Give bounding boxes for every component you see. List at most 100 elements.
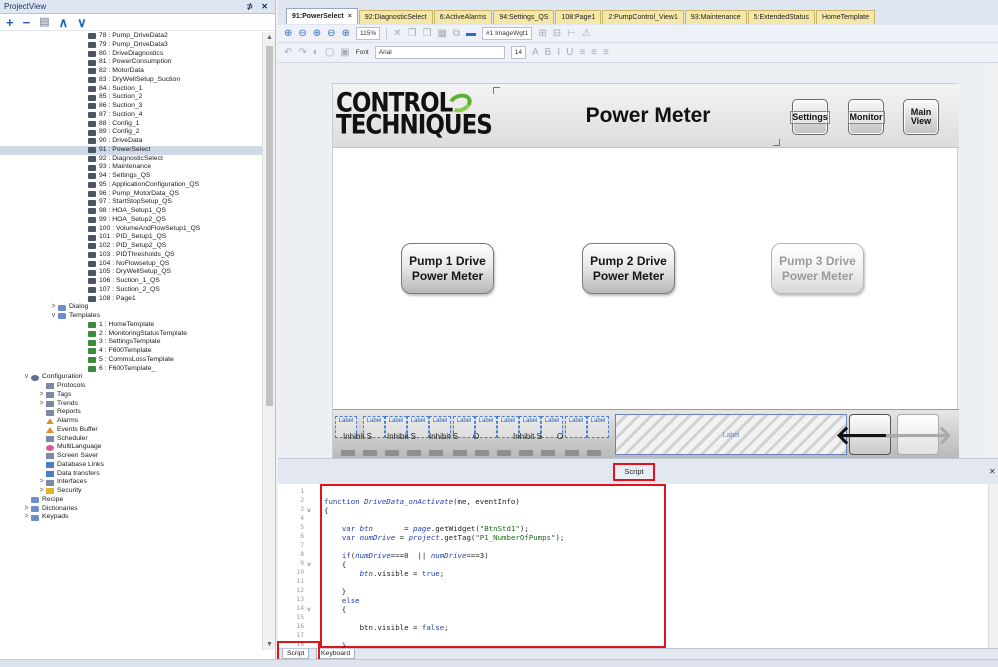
scroll-up-icon[interactable]: ▲ [266, 34, 273, 41]
tree-item[interactable]: 92 : DiagnosticSelect [0, 155, 262, 164]
tab-keyboard[interactable]: Keyboard [316, 649, 356, 659]
border-icon[interactable]: ▢ [325, 47, 334, 58]
settings-button[interactable]: Settings [790, 99, 830, 135]
align-left-icon[interactable]: ≡ [579, 47, 585, 58]
code-line[interactable]: btn.visible = false; [324, 623, 449, 632]
tree-item[interactable]: 4 : F600Template [0, 347, 262, 356]
footer-mini-button[interactable] [541, 450, 555, 456]
fold-chevron-icon[interactable]: v [307, 560, 311, 568]
widget-select[interactable]: #1 ImageWgt1 [482, 27, 533, 40]
tree-item[interactable]: 105 : DryWellSetup_QS [0, 268, 262, 277]
tree-item[interactable]: 2 : MonitoringStatusTemplate [0, 330, 262, 339]
tree-item[interactable]: Alarms [0, 417, 262, 426]
monitor-button[interactable]: Monitor [847, 99, 885, 135]
tree-item[interactable]: 93 : Maintenance [0, 163, 262, 172]
tree-item[interactable]: 5 : CommsLossTemplate [0, 356, 262, 365]
tree-item[interactable]: 84 : Suction_1 [0, 85, 262, 94]
fold-chevron-icon[interactable]: v [307, 605, 311, 613]
align-right-icon[interactable]: ≡ [603, 47, 609, 58]
footer-hatched-label[interactable]: Label [615, 414, 847, 455]
tree-item[interactable]: > Security [0, 487, 262, 496]
tree-item[interactable]: MultiLanguage [0, 443, 262, 452]
footer-mini-button[interactable] [407, 450, 421, 456]
underline-icon[interactable]: U [566, 47, 573, 58]
code-line[interactable]: else [324, 596, 360, 605]
footer-mini-button[interactable] [565, 450, 579, 456]
tree-item[interactable]: > Trends [0, 400, 262, 409]
document-tab[interactable]: 91:PowerSelect × [286, 8, 358, 24]
tree-scrollbar[interactable]: ▲ ▼ [262, 32, 275, 650]
tree-item[interactable]: 103 : PIDThresholds_QS [0, 251, 262, 260]
footer-mini-button[interactable] [587, 450, 601, 456]
tree-item[interactable]: 108 : Page1 [0, 295, 262, 304]
tree-item[interactable]: 90 : DriveData [0, 137, 262, 146]
code-line[interactable]: { [324, 560, 346, 569]
tree-item[interactable]: 98 : HOA_Setup1_QS [0, 207, 262, 216]
tree-item[interactable]: Database Links [0, 461, 262, 470]
warning-icon[interactable]: ⚠ [582, 28, 591, 39]
tree-item[interactable]: Protocols [0, 382, 262, 391]
footer-label-widget[interactable]: Label [565, 416, 587, 438]
scroll-down-icon[interactable]: ▼ [266, 641, 273, 648]
tree-item[interactable]: Scheduler [0, 435, 262, 444]
zoom-width-icon[interactable]: ⊖ [327, 28, 335, 39]
tree-item[interactable]: 107 : Suction_2_QS [0, 286, 262, 295]
undo-icon[interactable]: ↶ [284, 47, 292, 58]
copy-icon[interactable]: ❐ [408, 28, 417, 39]
align-icon[interactable]: ⧉ [453, 28, 460, 39]
tree-item[interactable]: 78 : Pump_DriveData2 [0, 32, 262, 41]
footer-mini-button[interactable] [385, 450, 399, 456]
footer-mini-button[interactable] [453, 450, 467, 456]
footer-mini-button[interactable] [341, 450, 355, 456]
canvas-scrollbar[interactable] [989, 63, 998, 458]
code-line[interactable]: btn.visible = true; [324, 569, 445, 578]
footer-label-widget[interactable]: Label [587, 416, 609, 438]
bold-icon[interactable]: B [545, 47, 552, 58]
layout-icon[interactable]: ⊞ [538, 28, 546, 39]
document-tab[interactable]: 6:ActiveAlarms [433, 10, 493, 24]
add-icon[interactable]: + [6, 16, 14, 29]
pump-1-power-meter-button[interactable]: Pump 1 Drive Power Meter [401, 243, 494, 294]
chevron-icon[interactable]: v [22, 373, 31, 382]
zoom-select[interactable]: 115% [355, 27, 381, 40]
tree-item[interactable]: 88 : Config_1 [0, 120, 262, 129]
tree-item[interactable]: Recipe [0, 496, 262, 505]
document-tab[interactable]: 92:DiagnosticSelect [358, 10, 433, 24]
tree-item[interactable]: 80 : DriveDiagnostics [0, 50, 262, 59]
tree-item[interactable]: > Keypads [0, 513, 262, 522]
size-icon[interactable]: ⊢ [567, 28, 576, 39]
tree-item[interactable]: Data transfers [0, 470, 262, 479]
tree-item[interactable]: 1 : HomeTemplate [0, 321, 262, 330]
group-icon[interactable]: ▦ [437, 28, 446, 39]
document-tab[interactable]: 94:Settings_QS [493, 10, 555, 24]
chevron-icon[interactable]: > [37, 487, 46, 496]
close-icon[interactable]: ✕ [989, 467, 996, 476]
cut-icon[interactable]: ✕ [393, 28, 401, 39]
tree-item[interactable]: > Interfaces [0, 478, 262, 487]
document-tab[interactable]: 2:PumpControl_View1 [602, 10, 684, 24]
italic-icon[interactable]: I [557, 47, 560, 58]
tree-item[interactable]: 94 : Settings_QS [0, 172, 262, 181]
tree-item[interactable]: 99 : HOA_Setup2_QS [0, 216, 262, 225]
pump-3-power-meter-button[interactable]: Pump 3 Drive Power Meter [771, 243, 864, 294]
tree-item[interactable]: 104 : NoFlowsetup_QS [0, 260, 262, 269]
tree-item[interactable]: 3 : SettingsTemplate [0, 338, 262, 347]
tree-item[interactable]: 81 : PowerConsumption [0, 58, 262, 67]
code-line[interactable]: } [324, 587, 346, 596]
chevron-icon[interactable]: > [22, 513, 31, 522]
tree-item[interactable]: 97 : StartStopSetup_QS [0, 198, 262, 207]
tree-item[interactable]: 87 : Suction_4 [0, 111, 262, 120]
footer-mini-button[interactable] [497, 450, 511, 456]
code-line[interactable]: if(numDrive===0 || numDrive===3) [324, 551, 489, 560]
tree-item[interactable]: 101 : PID_Setup1_QS [0, 233, 262, 242]
tree-item[interactable]: 86 : Suction_3 [0, 102, 262, 111]
tree-item[interactable]: Events Buffer [0, 426, 262, 435]
zoom-in-icon[interactable]: ⊕ [284, 28, 292, 39]
chevron-icon[interactable]: > [49, 303, 58, 312]
zoom-out-icon[interactable]: ⊖ [298, 28, 306, 39]
footer-mini-button[interactable] [475, 450, 489, 456]
pump-2-power-meter-button[interactable]: Pump 2 Drive Power Meter [582, 243, 675, 294]
chevron-icon[interactable]: v [49, 312, 58, 321]
tree-item[interactable]: 100 : VolumeAndFlowSetup1_QS [0, 225, 262, 234]
remove-icon[interactable]: − [23, 16, 31, 29]
